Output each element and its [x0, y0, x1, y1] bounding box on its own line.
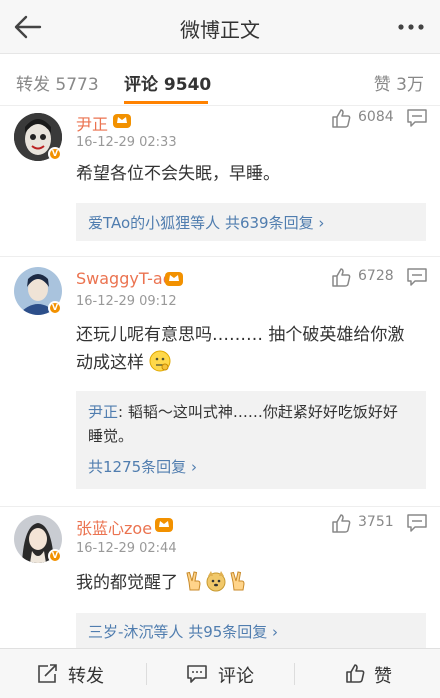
thumbs-up-icon[interactable]	[330, 107, 352, 129]
replies-summary[interactable]: 爱TAo的小狐狸等人 共639条回复 ›	[76, 203, 426, 241]
comment-username[interactable]: 张蓝心zoe	[76, 515, 152, 539]
divider	[294, 663, 295, 685]
repost-button[interactable]: 转发	[36, 649, 136, 698]
replies-summary[interactable]: 三岁-沐沉等人 共95条回复 ›	[76, 613, 426, 649]
like-count: 6728	[358, 268, 394, 284]
vip-crown-icon	[155, 518, 173, 532]
replies-count-link[interactable]: 共1275条回复 ›	[88, 456, 197, 477]
replies-summary-text: 三岁-沐沉等人 共95条回复 ›	[88, 623, 279, 641]
verified-badge-icon: V	[48, 147, 62, 161]
more-options-icon[interactable]	[396, 18, 426, 36]
doge-emoji-icon	[206, 571, 226, 592]
bottom-action-bar: 转发 评论 赞	[0, 648, 440, 698]
comment-item: V 尹正 16-12-29 02:33 6084 希望各位不会失眠，早睡。 爱T…	[0, 107, 440, 255]
comment-text-line: 动成这样	[76, 349, 426, 377]
comment-item: V SwaggyT-ao 16-12-29 09:12 6728 还玩儿呢有意思…	[0, 257, 440, 505]
comment-label: 评论	[218, 666, 254, 687]
like-button[interactable]: 赞	[344, 649, 424, 698]
thumbs-up-icon[interactable]	[330, 266, 352, 288]
page-title: 微博正文	[180, 18, 260, 42]
victory-hand-icon	[230, 571, 245, 591]
comment-text: 我的都觉醒了	[76, 569, 426, 597]
victory-hand-icon	[186, 571, 201, 591]
reply-preview-text: 尹正: 韬韬～这叫式神……你赶紧好好吃饭好好 睡觉。	[88, 403, 398, 445]
vip-crown-icon	[113, 114, 131, 128]
vip-crown-icon	[165, 272, 183, 286]
replies-summary-text: 爱TAo的小狐狸等人 共639条回复 ›	[88, 214, 325, 232]
verified-badge-icon: V	[48, 301, 62, 315]
comment-text: 还玩儿呢有意思吗……… 抽个破英雄给你激 动成这样	[76, 321, 426, 377]
active-tab-indicator	[124, 101, 208, 104]
tab-bar: 转发 5773 评论 9540 赞 3万	[0, 54, 440, 106]
like-label: 赞	[374, 666, 392, 687]
comment-time: 16-12-29 02:33	[76, 135, 177, 150]
like-count: 6084	[358, 109, 394, 125]
divider	[146, 663, 147, 685]
repost-icon	[38, 664, 57, 683]
comment-time: 16-12-29 09:12	[76, 294, 177, 309]
top-nav-bar: 微博正文	[0, 0, 440, 54]
comment-button[interactable]: 评论	[186, 649, 286, 698]
tab-repost[interactable]: 转发 5773	[16, 70, 99, 95]
reply-icon[interactable]	[406, 108, 428, 128]
repost-label: 转发	[68, 666, 104, 687]
comment-text-line: 还玩儿呢有意思吗……… 抽个破英雄给你激	[76, 325, 405, 345]
reply-preview[interactable]: 尹正: 韬韬～这叫式神……你赶紧好好吃饭好好 睡觉。 共1275条回复 ›	[76, 391, 426, 489]
tab-comments[interactable]: 评论 9540	[124, 70, 211, 95]
verified-badge-icon: V	[48, 549, 62, 563]
like-count: 3751	[358, 514, 394, 530]
comment-item: V 张蓝心zoe 16-12-29 02:44 3751 我的都觉醒了 三岁-沐…	[0, 507, 440, 649]
reply-icon[interactable]	[406, 513, 428, 533]
thumbs-up-icon	[346, 664, 365, 683]
tab-likes[interactable]: 赞 3万	[374, 70, 424, 95]
reply-username[interactable]: 尹正	[88, 403, 118, 421]
comment-text: 希望各位不会失眠，早睡。	[76, 164, 280, 184]
reply-icon[interactable]	[406, 267, 428, 287]
comment-username[interactable]: 尹正	[76, 111, 108, 135]
comment-username[interactable]: SwaggyT-ao	[76, 269, 173, 288]
comment-icon	[187, 665, 207, 683]
thumbs-up-icon[interactable]	[330, 512, 352, 534]
comment-time: 16-12-29 02:44	[76, 541, 177, 556]
thinking-emoji-icon	[149, 350, 171, 372]
